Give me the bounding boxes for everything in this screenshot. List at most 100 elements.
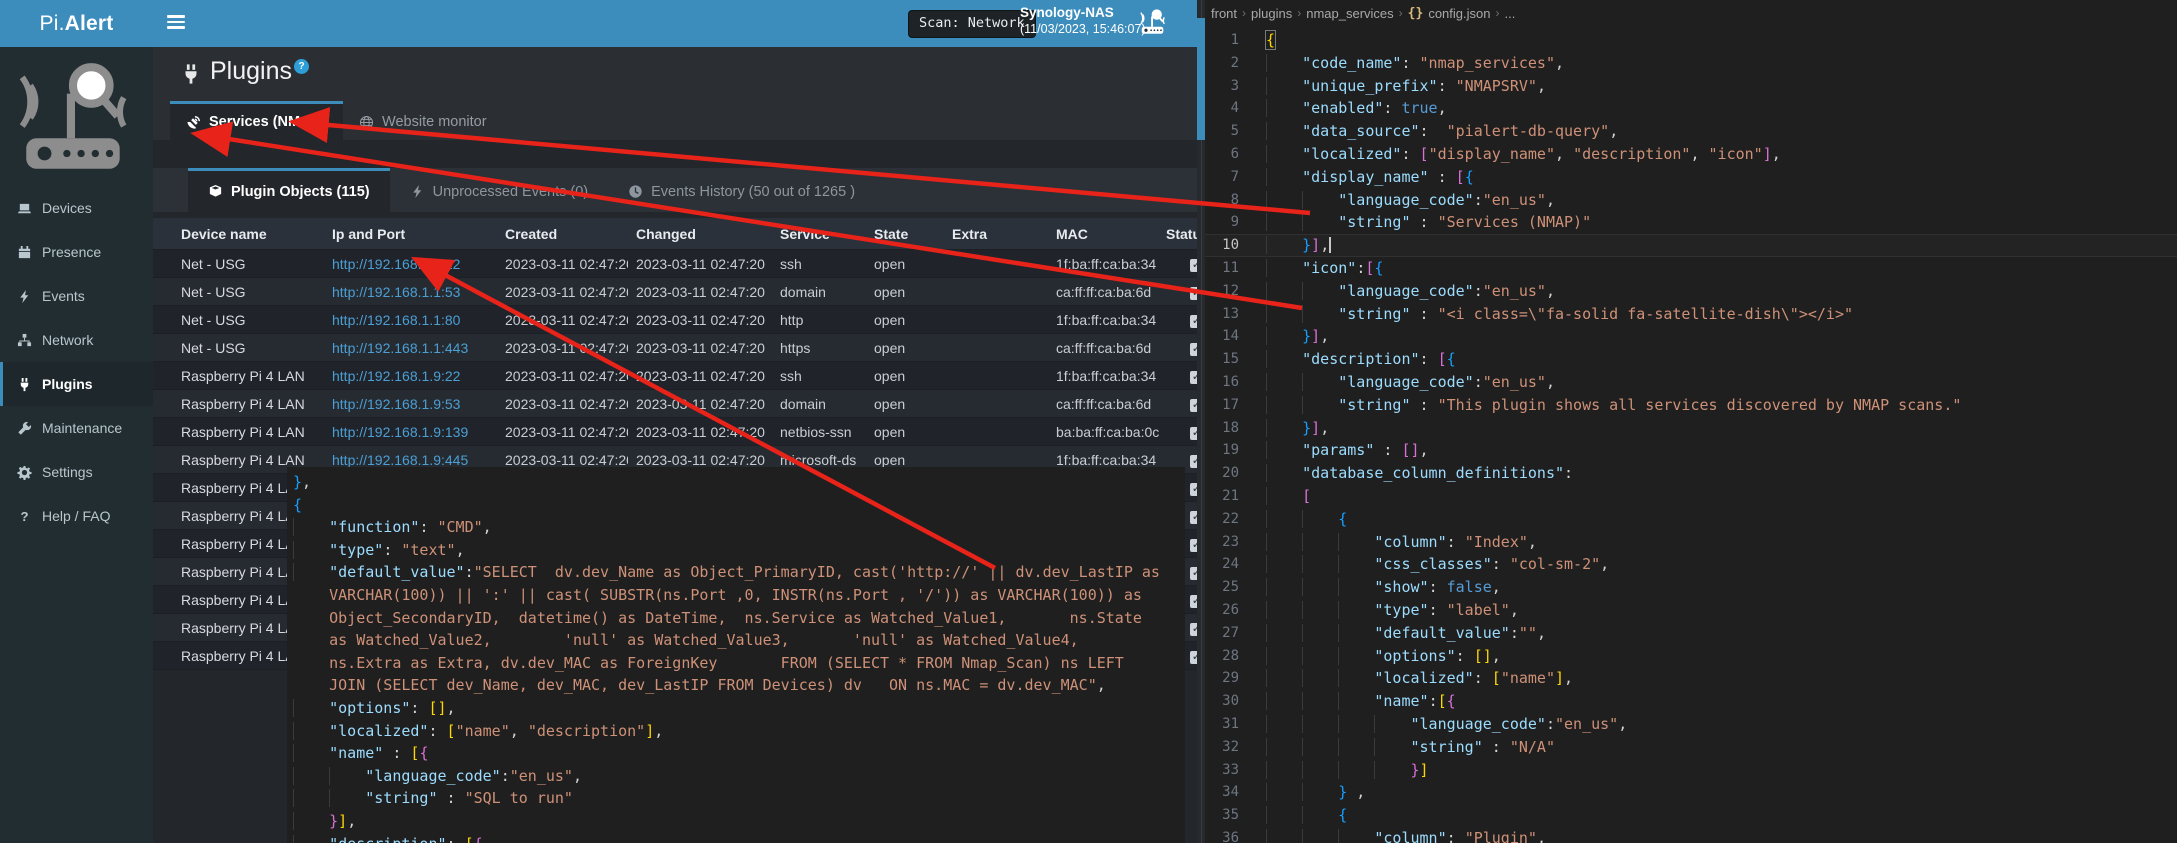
code-line[interactable]: 20 "database_column_definitions": — [1205, 462, 2177, 485]
sidebar-item-network[interactable]: Network — [0, 318, 153, 362]
breadcrumb-item[interactable]: plugins — [1251, 6, 1292, 21]
code-line[interactable]: 1{ — [1205, 29, 2177, 52]
code-line[interactable]: 3 "unique_prefix": "NMAPSRV", — [1205, 75, 2177, 98]
code-line[interactable]: 14 }], — [1205, 325, 2177, 348]
breadcrumb-item[interactable]: nmap_services — [1306, 6, 1393, 21]
ip-port-link[interactable]: http://192.168.1.1:80 — [332, 312, 460, 328]
code-line[interactable]: 36 "column": "Plugin", — [1205, 827, 2177, 843]
code-line[interactable]: 29 "localized": ["name"], — [1205, 667, 2177, 690]
code-line[interactable]: 19 "params" : [], — [1205, 439, 2177, 462]
chevron-right-icon: › — [1399, 6, 1403, 20]
column-header-mac[interactable]: MAC — [1040, 226, 1160, 242]
ip-port-link[interactable]: http://192.168.1.9:445 — [332, 452, 468, 468]
status-checkbox[interactable]: ✓ — [1190, 651, 1197, 664]
column-header-state[interactable]: State — [866, 226, 944, 242]
code-editor[interactable]: front›plugins›nmap_services›{} config.js… — [1205, 0, 2177, 843]
code-line[interactable]: 24 "css_classes": "col-sm-2", — [1205, 553, 2177, 576]
code-line[interactable]: 27 "default_value":"", — [1205, 622, 2177, 645]
code-line[interactable]: 5 "data_source": "pialert-db-query", — [1205, 120, 2177, 143]
breadcrumb-item[interactable]: front — [1211, 6, 1237, 21]
help-badge[interactable]: ? — [294, 59, 309, 74]
status-checkbox[interactable]: ✓ — [1190, 371, 1197, 384]
menu-toggle-icon[interactable] — [167, 15, 187, 31]
status-checkbox[interactable]: ✓ — [1190, 455, 1197, 468]
breadcrumb-item[interactable]: config.json — [1428, 6, 1490, 21]
status-checkbox[interactable]: ✓ — [1190, 483, 1197, 496]
pialert-router-icon[interactable] — [1138, 8, 1168, 38]
ip-port-link[interactable]: http://192.168.1.9:53 — [332, 396, 460, 412]
code-line[interactable]: 25 "show": false, — [1205, 576, 2177, 599]
code-line[interactable]: 23 "column": "Index", — [1205, 531, 2177, 554]
code-line[interactable]: 31 "language_code":"en_us", — [1205, 713, 2177, 736]
sidebar-item-plugins[interactable]: Plugins — [0, 362, 153, 406]
status-checkbox[interactable]: ✓ — [1190, 511, 1197, 524]
overlay-code-line: ns.Extra as Extra, dv.dev_MAC as Foreign… — [293, 652, 1185, 675]
sidebar-item-events[interactable]: Events — [0, 274, 153, 318]
code-line[interactable]: 35 { — [1205, 804, 2177, 827]
status-checkbox[interactable]: ✓ — [1190, 427, 1197, 440]
tab-unprocessed-events-0[interactable]: Unprocessed Events (0) — [390, 168, 609, 212]
code-line[interactable]: 11 "icon":[{ — [1205, 257, 2177, 280]
code-line[interactable]: 2 "code_name": "nmap_services", — [1205, 52, 2177, 75]
column-header-device-name[interactable]: Device name — [153, 226, 324, 242]
sidebar-item-help-faq[interactable]: ?Help / FAQ — [0, 494, 153, 538]
scrollbar-thumb[interactable] — [1197, 18, 1205, 140]
code-line[interactable]: 30 "name":[{ — [1205, 690, 2177, 713]
code-line[interactable]: 10 }], — [1205, 234, 2177, 257]
code-line[interactable]: 7 "display_name" : [{ — [1205, 166, 2177, 189]
code-line[interactable]: 16 "language_code":"en_us", — [1205, 371, 2177, 394]
code-line[interactable]: 13 "string" : "<i class=\"fa-solid fa-sa… — [1205, 303, 2177, 326]
status-checkbox[interactable]: ✓ — [1190, 259, 1197, 272]
app-logo[interactable]: Pi.Alert — [0, 0, 153, 47]
code-line[interactable]: 17 "string" : "This plugin shows all ser… — [1205, 394, 2177, 417]
code-line[interactable]: 33 }] — [1205, 759, 2177, 782]
code-line[interactable]: 18 }], — [1205, 417, 2177, 440]
ip-port-link[interactable]: http://192.168.1.9:22 — [332, 368, 460, 384]
code-line[interactable]: 21 [ — [1205, 485, 2177, 508]
ip-port-link[interactable]: http://192.168.1.9:139 — [332, 424, 468, 440]
ip-port-link[interactable]: http://192.168.1.1:443 — [332, 340, 468, 356]
code-line[interactable]: 6 "localized": ["display_name", "descrip… — [1205, 143, 2177, 166]
column-header-service[interactable]: Service — [772, 226, 866, 242]
code-line[interactable]: 34 } , — [1205, 781, 2177, 804]
status-checkbox[interactable]: ✓ — [1190, 567, 1197, 580]
breadcrumb-item[interactable]: ... — [1504, 6, 1515, 21]
tab-events-history-50-out-of-1265[interactable]: Events History (50 out of 1265 ) — [608, 168, 875, 212]
status-checkbox[interactable]: ✓ — [1190, 539, 1197, 552]
ip-port-link[interactable]: http://192.168.1.1:53 — [332, 284, 460, 300]
code-line[interactable]: 15 "description": [{ — [1205, 348, 2177, 371]
column-header-created[interactable]: Created — [497, 226, 628, 242]
code-line[interactable]: 9 "string" : "Services (NMAP)" — [1205, 211, 2177, 234]
ip-port-link[interactable]: http://192.168.1.1:22 — [332, 256, 460, 272]
code-line[interactable]: 26 "type": "label", — [1205, 599, 2177, 622]
table-row: Net - USGhttp://192.168.1.1:222023-03-11… — [153, 250, 1197, 278]
status-checkbox[interactable]: ✓ — [1190, 399, 1197, 412]
code-line[interactable]: 32 "string" : "N/A" — [1205, 736, 2177, 759]
code-line[interactable]: 8 "language_code":"en_us", — [1205, 189, 2177, 212]
column-header-extra[interactable]: Extra — [944, 226, 1040, 242]
column-header-status[interactable]: Status — [1160, 226, 1197, 242]
status-checkbox[interactable]: ✓ — [1190, 595, 1197, 608]
code-line[interactable]: 12 "language_code":"en_us", — [1205, 280, 2177, 303]
code-line[interactable]: 4 "enabled": true, — [1205, 97, 2177, 120]
tab-services-nmap[interactable]: Services (NMAP) — [170, 101, 343, 142]
sidebar-item-settings[interactable]: Settings — [0, 450, 153, 494]
status-checkbox[interactable]: ✓ — [1190, 343, 1197, 356]
status-checkbox[interactable]: ✓ — [1190, 315, 1197, 328]
breadcrumb[interactable]: front›plugins›nmap_services›{} config.js… — [1205, 0, 2177, 23]
line-number: 8 — [1205, 189, 1239, 212]
code-line[interactable]: 22 { — [1205, 508, 2177, 531]
status-checkbox[interactable]: ✓ — [1190, 623, 1197, 636]
screen: Pi.Alert Scan: Network Synology-NAS (11/… — [0, 0, 2177, 843]
editor-code-area[interactable]: 1{2 "code_name": "nmap_services",3 "uniq… — [1205, 23, 2177, 843]
sidebar-item-maintenance[interactable]: Maintenance — [0, 406, 153, 450]
tab-website-monitor[interactable]: Website monitor — [343, 101, 505, 142]
tab-plugin-objects-115[interactable]: Plugin Objects (115) — [188, 168, 390, 212]
sidebar-item-devices[interactable]: Devices — [0, 186, 153, 230]
status-checkbox[interactable]: ✓ — [1190, 287, 1197, 300]
page-scrollbar[interactable] — [1197, 0, 1205, 843]
code-line[interactable]: 28 "options": [], — [1205, 645, 2177, 668]
column-header-changed[interactable]: Changed — [628, 226, 772, 242]
column-header-ip-and-port[interactable]: Ip and Port — [324, 226, 497, 242]
sidebar-item-presence[interactable]: Presence — [0, 230, 153, 274]
